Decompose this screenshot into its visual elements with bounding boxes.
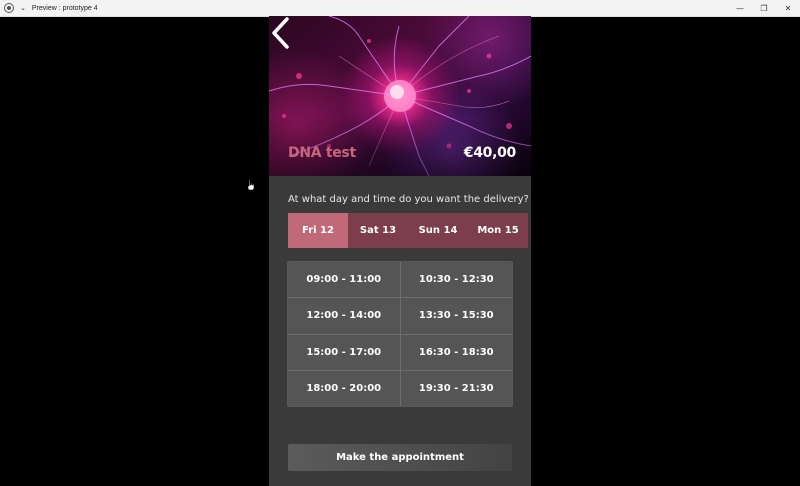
day-tab-sat-13[interactable]: Sat 13 xyxy=(348,213,408,248)
restore-button[interactable]: ❐ xyxy=(752,0,776,16)
product-price: €40,00 xyxy=(463,145,517,161)
day-selector: Fri 12 Sat 13 Sun 14 Mon 15 xyxy=(288,213,531,248)
delivery-question: At what day and time do you want the del… xyxy=(288,194,529,205)
time-slot-grid: 09:00 - 11:00 10:30 - 12:30 12:00 - 14:0… xyxy=(287,261,513,407)
hand-cursor-icon xyxy=(247,179,255,191)
window-controls: — ❐ ✕ xyxy=(728,0,800,16)
time-slot[interactable]: 12:00 - 14:00 xyxy=(288,298,400,334)
chevron-left-icon[interactable] xyxy=(269,16,291,50)
time-slot[interactable]: 15:00 - 17:00 xyxy=(288,334,400,370)
time-slot[interactable]: 13:30 - 15:30 xyxy=(400,298,512,334)
window-titlebar: ⌄ Preview : prototype 4 — ❐ ✕ xyxy=(0,0,800,17)
product-hero-image: DNA test €40,00 xyxy=(269,16,531,176)
time-slot[interactable]: 09:00 - 11:00 xyxy=(288,262,400,298)
day-tab-sun-14[interactable]: Sun 14 xyxy=(408,213,468,248)
app-icon xyxy=(4,3,14,13)
time-slot[interactable]: 19:30 - 21:30 xyxy=(400,370,512,406)
time-slot[interactable]: 16:30 - 18:30 xyxy=(400,334,512,370)
time-slot[interactable]: 18:00 - 20:00 xyxy=(288,370,400,406)
day-tab-mon-15[interactable]: Mon 15 xyxy=(468,213,528,248)
time-slot[interactable]: 10:30 - 12:30 xyxy=(400,262,512,298)
product-name: DNA test xyxy=(288,145,356,161)
prototype-screen: DNA test €40,00 At what day and time do … xyxy=(269,16,531,486)
chevron-down-icon[interactable]: ⌄ xyxy=(20,0,26,16)
make-appointment-button[interactable]: Make the appointment xyxy=(288,444,512,471)
window-title: Preview : prototype 4 xyxy=(31,4,98,12)
day-tab-fri-12[interactable]: Fri 12 xyxy=(288,213,348,248)
minimize-button[interactable]: — xyxy=(728,0,752,16)
close-button[interactable]: ✕ xyxy=(776,0,800,16)
